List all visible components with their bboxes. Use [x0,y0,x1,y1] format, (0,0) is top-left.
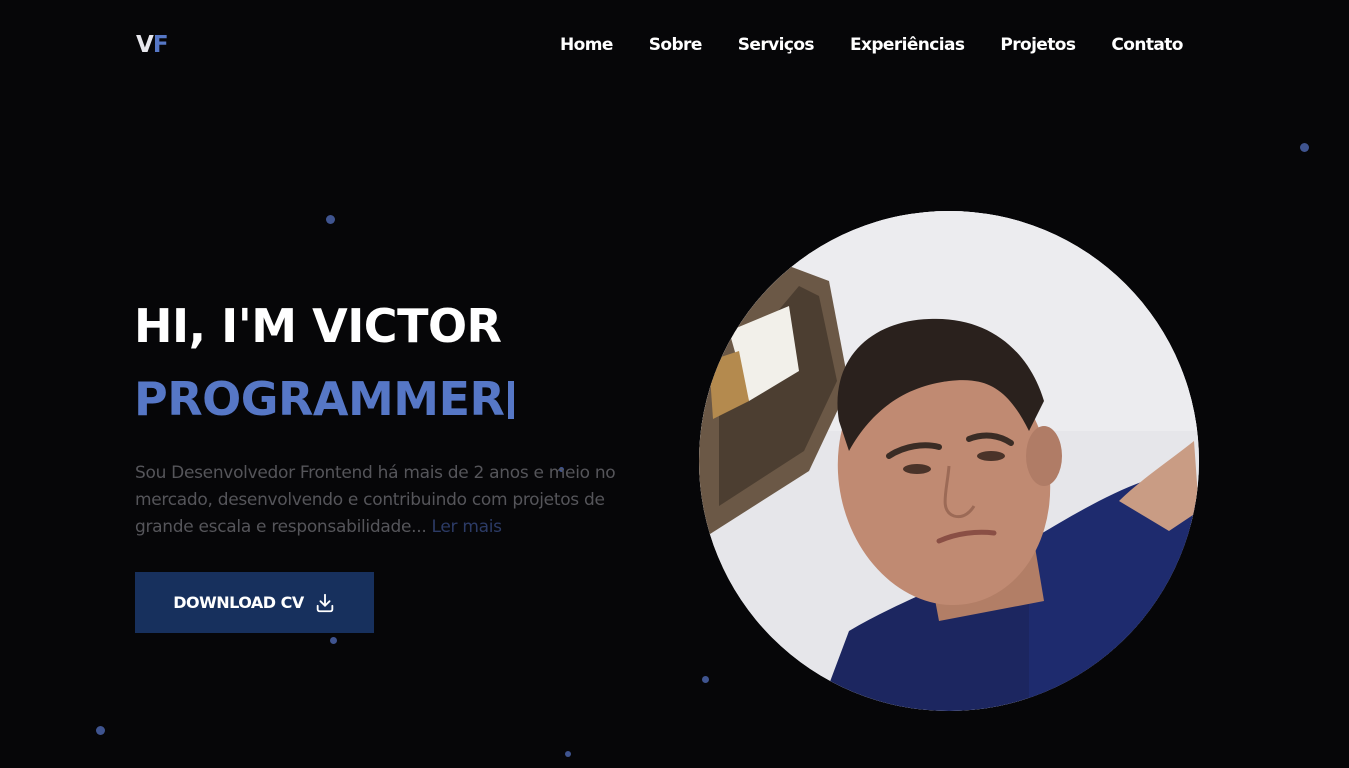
hero-role: PROGRAMMER [134,369,515,429]
particle-dot [96,726,105,735]
hero-title: HI, I'M VICTOR [134,299,502,353]
particle-dot [702,676,709,683]
hero-description: Sou Desenvolvedor Frontend há mais de 2 … [135,460,655,541]
main-nav: Home Sobre Serviços Experiências Projeto… [560,33,1183,57]
particle-dot [330,637,337,644]
profile-photo [699,211,1199,711]
nav-home[interactable]: Home [560,33,613,57]
particle-dot [565,751,571,757]
hero-role-text: PROGRAMMER [134,372,505,426]
nav-experiencias[interactable]: Experiências [850,33,965,57]
download-cv-button[interactable]: DOWNLOAD CV [135,572,374,633]
particle-dot [1300,143,1309,152]
read-more-link[interactable]: Ler mais [426,517,503,537]
typing-cursor [508,381,515,419]
logo[interactable]: VF [136,31,169,59]
download-cv-label: DOWNLOAD CV [173,593,304,612]
logo-letter-f: F [152,32,169,58]
nav-servicos[interactable]: Serviços [738,33,815,57]
nav-contato[interactable]: Contato [1111,33,1183,57]
nav-sobre[interactable]: Sobre [649,33,703,57]
hero-description-text: Sou Desenvolvedor Frontend há mais de 2 … [135,463,616,537]
logo-letter-v: V [136,32,154,58]
particle-dot [326,215,335,224]
download-icon [314,592,336,614]
nav-projetos[interactable]: Projetos [1000,33,1076,57]
page: VF Home Sobre Serviços Experiências Proj… [0,0,1349,768]
